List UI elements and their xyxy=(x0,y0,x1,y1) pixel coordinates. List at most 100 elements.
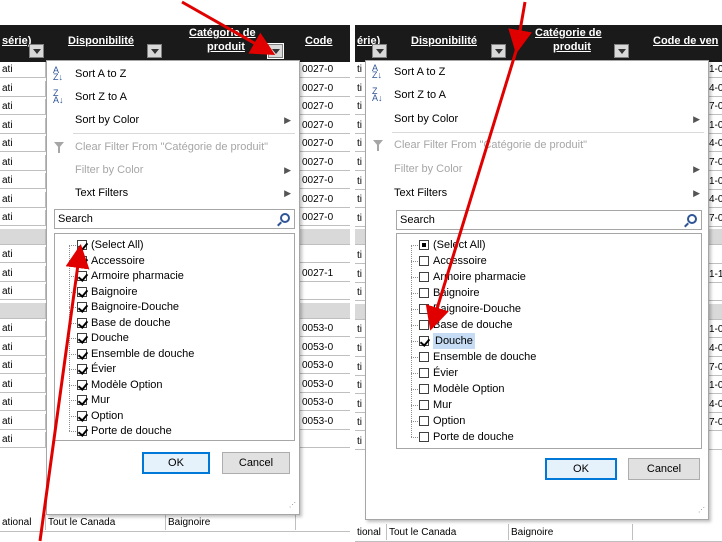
checkbox[interactable] xyxy=(77,379,87,390)
table-cell: 1-0 xyxy=(707,118,722,134)
filter-dropdown-button[interactable] xyxy=(491,44,506,58)
checkbox[interactable] xyxy=(419,336,429,346)
table-cell: 0027-1 xyxy=(300,266,350,282)
checkbox[interactable] xyxy=(77,348,87,359)
filter-values-list[interactable]: (Select All) Accessoire Armoire pharmacie B… xyxy=(396,233,702,449)
checkbox[interactable] xyxy=(419,384,429,394)
left-screenshot: série) Disponibilité Catégorie de produi… xyxy=(0,0,350,542)
filter-value-label: Mur xyxy=(433,399,452,411)
filter-dropdown-menu: A Z↓ Sort A to Z Z A↓ Sort Z to A Sort by … xyxy=(365,60,709,520)
table-cell: 4-0 xyxy=(707,192,722,208)
header-code-de-vente: Code de ven xyxy=(653,35,719,47)
menu-sort-a-to-z[interactable]: A Z↓ Sort A to Z xyxy=(47,63,299,85)
checkbox[interactable] xyxy=(77,426,87,436)
search-input[interactable]: Search xyxy=(54,209,295,229)
menu-text-filters[interactable]: Text Filters ▶ xyxy=(366,182,708,204)
checkbox[interactable] xyxy=(419,352,429,362)
checkbox[interactable] xyxy=(419,288,429,298)
resize-grip-icon[interactable]: ⋰ xyxy=(698,507,706,517)
checkbox[interactable] xyxy=(419,368,429,378)
funnel-clear-icon xyxy=(54,142,64,153)
search-input[interactable]: Search xyxy=(396,210,702,230)
filter-value-label: (Select All) xyxy=(91,239,144,251)
header-disponibilite: Disponibilité xyxy=(411,35,477,47)
filter-value-label: Option xyxy=(91,409,124,422)
menu-sort-by-color[interactable]: Sort by Color ▶ xyxy=(366,108,708,130)
right-screenshot: érie) Disponibilité Catégorie de produit… xyxy=(355,0,722,542)
menu-sort-a-to-z[interactable]: A Z↓ Sort A to Z xyxy=(366,61,708,83)
checkbox[interactable] xyxy=(419,400,429,410)
checkbox[interactable] xyxy=(77,302,87,312)
checkbox[interactable] xyxy=(419,272,429,282)
checkbox[interactable] xyxy=(77,333,87,343)
checkbox[interactable] xyxy=(77,317,87,328)
table-cell: 4-0 xyxy=(707,136,722,152)
menu-clear-filter[interactable]: Clear Filter From "Catégorie de produit" xyxy=(47,136,299,158)
checkbox[interactable] xyxy=(77,395,87,405)
tree-connector xyxy=(69,431,76,432)
tree-connector xyxy=(69,353,76,355)
cancel-button[interactable]: Cancel xyxy=(628,458,700,480)
table-cell: ati xyxy=(0,376,46,393)
table-cell: 7-0 xyxy=(707,99,722,115)
table-cell: 1-0 xyxy=(707,62,722,78)
filter-value-label: Baignoire xyxy=(433,287,480,299)
table-cell xyxy=(0,302,46,319)
funnel-clear-icon xyxy=(373,140,383,151)
header-categorie-line2: produit xyxy=(553,41,591,53)
filter-value-label: Base de douche xyxy=(433,319,513,331)
checkbox[interactable] xyxy=(77,271,87,281)
table-cell xyxy=(300,284,350,300)
filter-dropdown-button[interactable] xyxy=(29,44,44,58)
filter-dropdown-button[interactable] xyxy=(372,44,387,58)
checkbox[interactable] xyxy=(77,255,87,266)
filter-values-list[interactable]: (Select All) Accessoire Armoire pharmacie B… xyxy=(54,233,295,441)
menu-clear-filter[interactable]: Clear Filter From "Catégorie de produit" xyxy=(366,134,708,156)
menu-filter-by-color[interactable]: Filter by Color ▶ xyxy=(366,158,708,180)
menu-sort-z-to-a[interactable]: Z A↓ Sort Z to A xyxy=(47,86,299,108)
search-icon[interactable] xyxy=(280,213,290,223)
header-disponibilite: Disponibilité xyxy=(68,35,134,47)
menu-sort-z-to-a[interactable]: Z A↓ Sort Z to A xyxy=(366,84,708,106)
tree-connector xyxy=(69,322,76,324)
filter-dropdown-button[interactable] xyxy=(147,44,162,58)
ok-button[interactable]: OK xyxy=(545,458,617,480)
checkbox[interactable] xyxy=(419,416,429,426)
cancel-button[interactable]: Cancel xyxy=(222,452,290,474)
menu-sort-by-color[interactable]: Sort by Color ▶ xyxy=(47,109,299,131)
checkbox[interactable] xyxy=(419,240,429,250)
ok-button[interactable]: OK xyxy=(142,452,210,474)
checkbox[interactable] xyxy=(77,410,87,421)
resize-grip-icon[interactable]: ⋰ xyxy=(289,502,297,512)
checkbox[interactable] xyxy=(419,320,429,330)
checkbox[interactable] xyxy=(77,240,87,250)
table-cell: 4-0 xyxy=(707,341,722,357)
filter-value-label: Accessoire xyxy=(91,254,145,267)
filter-value-label: (Select All) xyxy=(433,239,486,251)
search-icon[interactable] xyxy=(687,214,697,224)
menu-text-filters[interactable]: Text Filters ▶ xyxy=(47,182,299,204)
tree-connector xyxy=(69,384,76,386)
table-cell: ati xyxy=(0,339,46,356)
tree-connector xyxy=(411,277,418,278)
table-cell xyxy=(707,434,722,450)
checkbox[interactable] xyxy=(419,256,429,266)
tree-connector xyxy=(411,373,418,374)
menu-filter-by-color[interactable]: Filter by Color ▶ xyxy=(47,159,299,181)
table-cell: 0027-0 xyxy=(300,99,350,115)
checkbox[interactable] xyxy=(77,286,87,297)
header-categorie-line1: Catégorie de xyxy=(189,27,256,39)
checkbox[interactable] xyxy=(419,432,429,442)
table-cell: 4-0 xyxy=(707,81,722,97)
filter-dropdown-button-active[interactable] xyxy=(268,44,283,58)
header-categorie-line2: produit xyxy=(207,41,245,53)
table-cell: 0053-0 xyxy=(300,358,350,374)
table-cell: 0053-0 xyxy=(300,414,350,430)
filter-value-label: Armoire pharmacie xyxy=(433,271,526,283)
tree-connector xyxy=(411,421,418,422)
filter-dropdown-button[interactable] xyxy=(614,44,629,58)
checkbox[interactable] xyxy=(77,364,87,374)
checkbox[interactable] xyxy=(419,304,429,314)
sort-az-icon: A Z↓ xyxy=(372,63,382,80)
table-cell: 4-0 xyxy=(707,397,722,413)
